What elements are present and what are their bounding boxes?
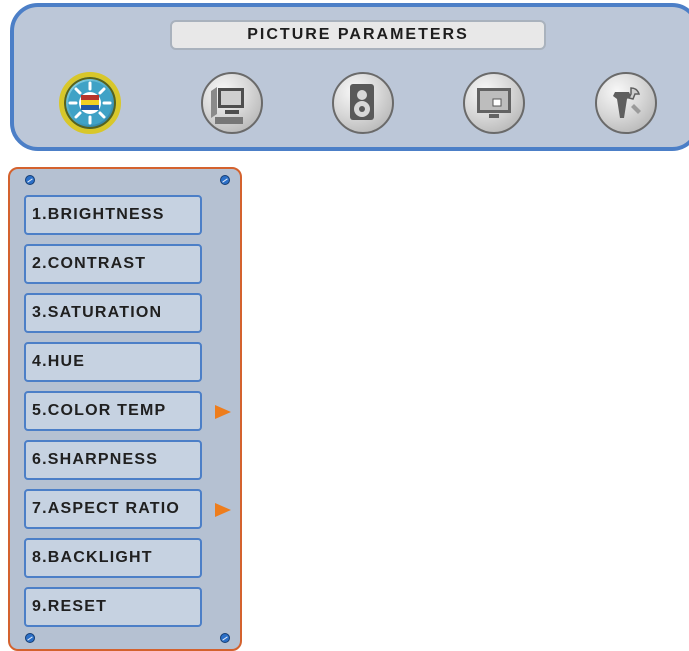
menu-item-brightness[interactable]: 1.BRIGHTNESS <box>24 195 202 235</box>
screen-icon[interactable] <box>463 72 525 134</box>
submenu-arrow-icon <box>215 503 231 517</box>
submenu-arrow-icon <box>215 405 231 419</box>
screw-top-left-icon <box>25 175 35 185</box>
speaker-icon-graphic <box>350 84 374 120</box>
menu-item-hue[interactable]: 4.HUE <box>24 342 202 382</box>
picture-icon[interactable] <box>59 72 121 134</box>
screen-icon-graphic <box>477 88 511 118</box>
screw-bottom-left-icon <box>25 633 35 643</box>
tools-icon-graphic <box>613 87 641 118</box>
screw-bottom-right-icon <box>220 633 230 643</box>
menu-item-aspect-ratio[interactable]: 7.ASPECT RATIO <box>24 489 202 529</box>
picture-icon-graphic <box>68 81 112 125</box>
computer-icon[interactable] <box>201 72 263 134</box>
picture-settings-menu: 1.BRIGHTNESS 2.CONTRAST 3.SATURATION 4.H… <box>8 167 242 651</box>
tools-icon[interactable] <box>595 72 657 134</box>
screw-top-right-icon <box>220 175 230 185</box>
menu-item-saturation[interactable]: 3.SATURATION <box>24 293 202 333</box>
page-title: PICTURE PARAMETERS <box>170 20 546 50</box>
computer-icon-graphic <box>211 87 244 124</box>
menu-item-contrast[interactable]: 2.CONTRAST <box>24 244 202 284</box>
menu-item-backlight[interactable]: 8.BACKLIGHT <box>24 538 202 578</box>
menu-item-color-temp[interactable]: 5.COLOR TEMP <box>24 391 202 431</box>
menu-item-reset[interactable]: 9.RESET <box>24 587 202 627</box>
menu-item-sharpness[interactable]: 6.SHARPNESS <box>24 440 202 480</box>
speaker-icon[interactable] <box>332 72 394 134</box>
top-menu-panel: PICTURE PARAMETERS <box>10 3 689 151</box>
